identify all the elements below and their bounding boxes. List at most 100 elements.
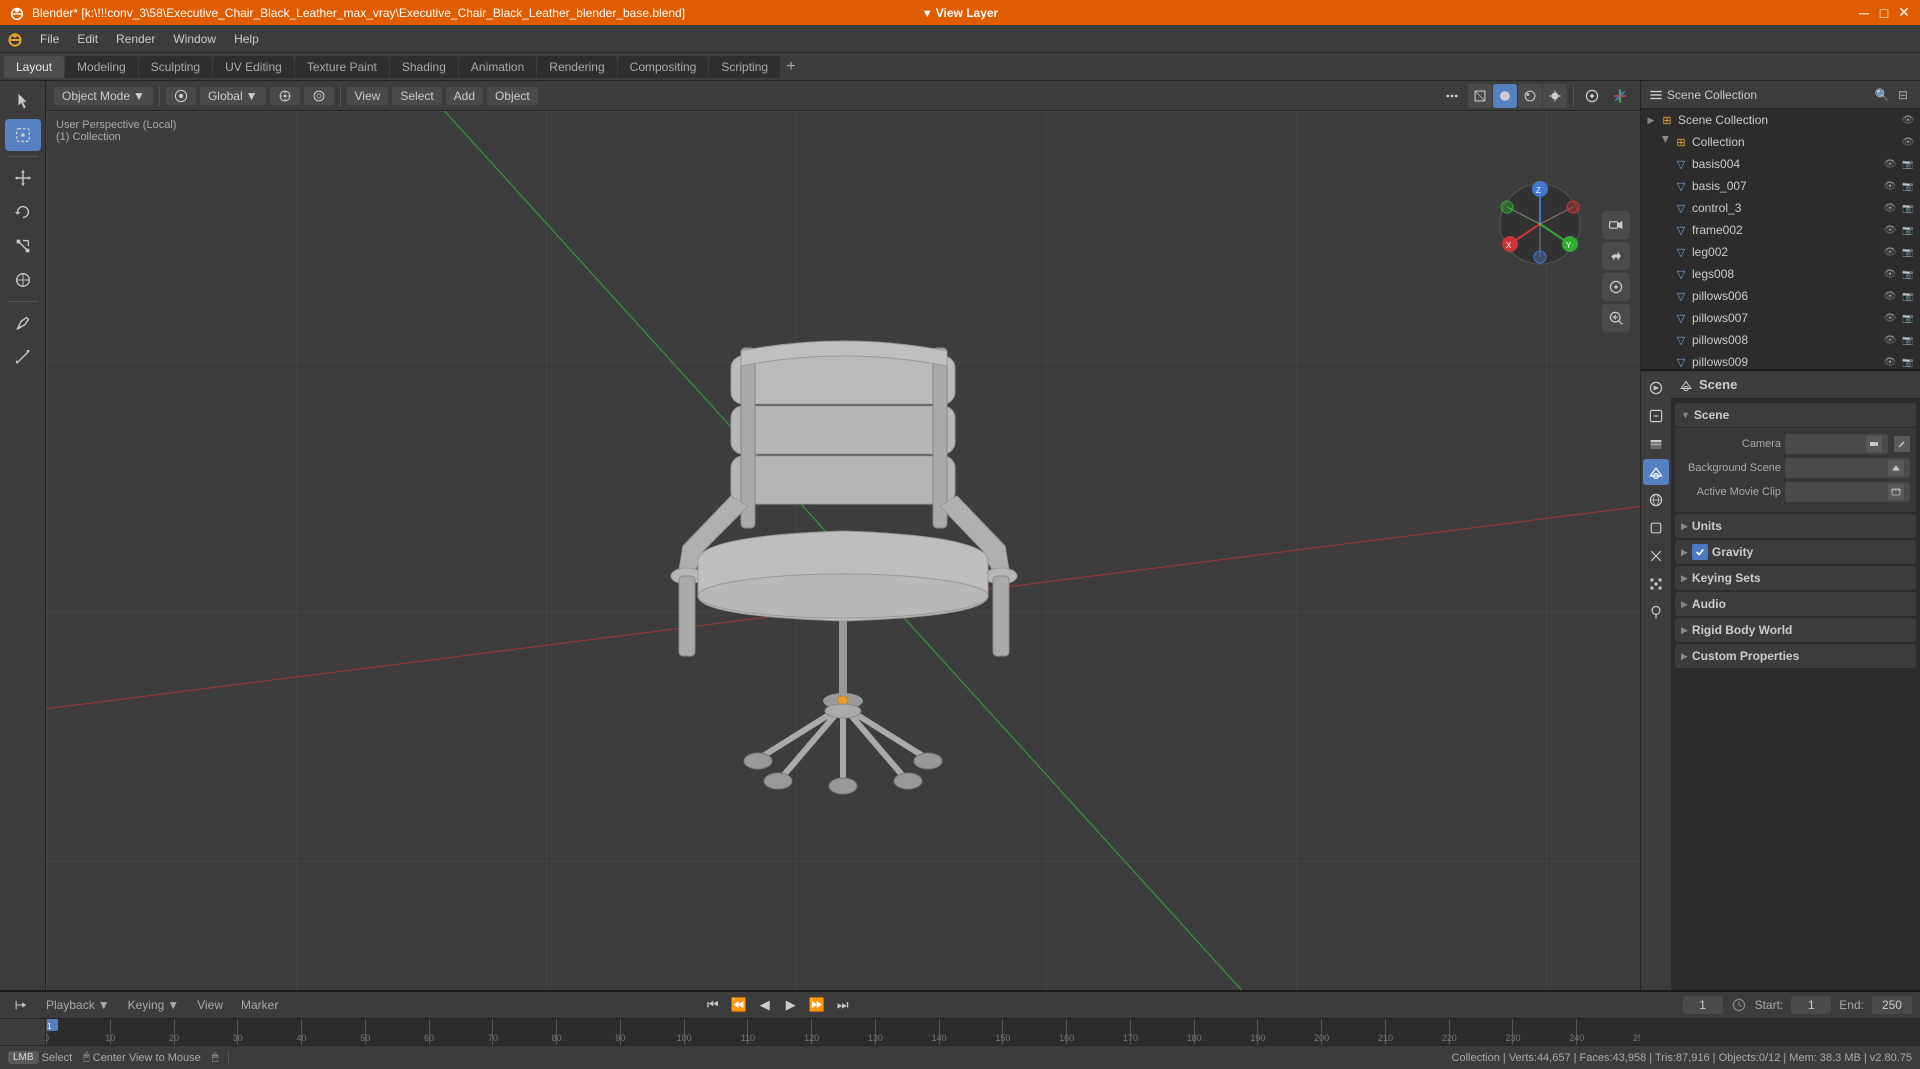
material-shading-btn[interactable]	[1518, 84, 1542, 108]
object-menu[interactable]: Object	[487, 87, 538, 105]
outliner-item-basis004[interactable]: ▽ basis004 👁 📷	[1641, 153, 1920, 175]
measure-tool[interactable]	[5, 341, 41, 373]
maximize-button[interactable]: □	[1876, 5, 1892, 21]
collection-eye-icon[interactable]: 👁	[1900, 134, 1916, 150]
pillows006-eye[interactable]: 👁	[1882, 288, 1898, 304]
select-tool[interactable]	[5, 119, 41, 151]
legs008-eye[interactable]: 👁	[1882, 266, 1898, 282]
tab-modeling[interactable]: Modeling	[65, 56, 138, 78]
tab-add-button[interactable]: +	[781, 57, 801, 77]
basis004-eye[interactable]: 👁	[1882, 156, 1898, 172]
global-orientation-selector[interactable]: Global ▼	[200, 87, 266, 105]
outliner-item-leg002[interactable]: ▽ leg002 👁 📷	[1641, 241, 1920, 263]
camera-field[interactable]	[1785, 434, 1888, 454]
playback-menu[interactable]: Playback ▼	[40, 996, 116, 1014]
outliner-item-frame002[interactable]: ▽ frame002 👁 📷	[1641, 219, 1920, 241]
units-section-header[interactable]: ▶ Units	[1675, 514, 1916, 538]
zoom-view-btn[interactable]	[1602, 304, 1630, 332]
move-tool[interactable]	[5, 162, 41, 194]
oi-eye-icon[interactable]: 👁	[1900, 112, 1916, 128]
select-menu[interactable]: Select	[392, 87, 441, 105]
add-menu[interactable]: Add	[446, 87, 483, 105]
props-particles-icon[interactable]	[1643, 571, 1669, 597]
current-frame-box[interactable]: 1	[1683, 996, 1723, 1014]
props-world-icon[interactable]	[1643, 487, 1669, 513]
tab-scripting[interactable]: Scripting	[709, 56, 780, 78]
frame002-eye[interactable]: 👁	[1882, 222, 1898, 238]
props-object-icon[interactable]	[1643, 515, 1669, 541]
background-scene-icon-btn[interactable]	[1888, 460, 1904, 476]
menu-edit[interactable]: Edit	[69, 29, 106, 49]
cursor-tool[interactable]	[5, 85, 41, 117]
viewport-transform-icon[interactable]	[1440, 84, 1464, 108]
custom-props-header[interactable]: ▶ Custom Properties	[1675, 644, 1916, 668]
next-keyframe-btn[interactable]: ⏩	[806, 994, 828, 1016]
menu-render[interactable]: Render	[108, 29, 163, 49]
outliner-filter-icon[interactable]: ⊟	[1894, 86, 1912, 104]
start-frame-box[interactable]: 1	[1791, 996, 1831, 1014]
background-scene-field[interactable]	[1785, 458, 1910, 478]
control3-eye[interactable]: 👁	[1882, 200, 1898, 216]
annotate-tool[interactable]	[5, 307, 41, 339]
menu-file[interactable]: File	[32, 29, 67, 49]
pillows007-eye[interactable]: 👁	[1882, 310, 1898, 326]
outliner-item-basis007[interactable]: ▽ basis_007 👁 📷	[1641, 175, 1920, 197]
gravity-checkbox[interactable]	[1692, 544, 1708, 560]
camera-edit-btn[interactable]	[1894, 436, 1910, 452]
outliner-item-scene-collection[interactable]: ▶ ⊞ Scene Collection 👁	[1641, 109, 1920, 131]
outliner-item-pillows009[interactable]: ▽ pillows009 👁 📷	[1641, 351, 1920, 371]
prev-keyframe-btn[interactable]: ⏪	[728, 994, 750, 1016]
blender-logo[interactable]	[4, 28, 26, 50]
scene-section-header[interactable]: ▼ Scene	[1675, 403, 1916, 427]
tab-layout[interactable]: Layout	[4, 56, 64, 78]
play-reverse-btn[interactable]: ◀	[754, 994, 776, 1016]
close-button[interactable]: ✕	[1896, 5, 1912, 21]
outliner-item-legs008[interactable]: ▽ legs008 👁 📷	[1641, 263, 1920, 285]
active-movie-clip-field[interactable]	[1785, 482, 1910, 502]
wireframe-shading-btn[interactable]	[1468, 84, 1492, 108]
props-viewlayer-icon[interactable]	[1643, 431, 1669, 457]
outliner-item-pillows008[interactable]: ▽ pillows008 👁 📷	[1641, 329, 1920, 351]
zoom-in-btn[interactable]	[1602, 211, 1630, 239]
leg002-eye[interactable]: 👁	[1882, 244, 1898, 260]
outliner-item-control3[interactable]: ▽ control_3 👁 📷	[1641, 197, 1920, 219]
props-render-icon[interactable]	[1643, 375, 1669, 401]
object-mode-selector[interactable]: Object Mode ▼	[54, 87, 153, 105]
viewport[interactable]: Object Mode ▼ Global ▼	[46, 81, 1640, 990]
tab-uv-editing[interactable]: UV Editing	[213, 56, 294, 78]
keying-sets-header[interactable]: ▶ Keying Sets	[1675, 566, 1916, 590]
outliner-item-collection[interactable]: ▶ ⊞ Collection 👁	[1641, 131, 1920, 153]
viewport-overlays-btn[interactable]	[166, 87, 196, 105]
props-physics-icon[interactable]	[1643, 599, 1669, 625]
tab-shading[interactable]: Shading	[390, 56, 458, 78]
minimize-button[interactable]: ─	[1856, 5, 1872, 21]
play-btn[interactable]: ▶	[780, 994, 802, 1016]
overlay-options-btn[interactable]	[1580, 84, 1604, 108]
audio-section-header[interactable]: ▶ Audio	[1675, 592, 1916, 616]
pillows009-eye[interactable]: 👁	[1882, 354, 1898, 370]
view-menu[interactable]: View	[347, 87, 389, 105]
ruler-track[interactable]: 1 01020304050607080901001101201301401501…	[46, 1019, 1640, 1045]
keying-menu[interactable]: Keying ▼	[122, 996, 186, 1014]
camera-icon-btn[interactable]	[1866, 436, 1882, 452]
gravity-section-header[interactable]: ▶ Gravity	[1675, 540, 1916, 564]
scale-tool[interactable]	[5, 230, 41, 262]
menu-window[interactable]: Window	[165, 29, 224, 49]
props-scene-icon[interactable]	[1643, 459, 1669, 485]
navigation-gizmo[interactable]: Z Y X	[1495, 179, 1585, 269]
solid-shading-btn[interactable]	[1493, 84, 1517, 108]
rigid-body-header[interactable]: ▶ Rigid Body World	[1675, 618, 1916, 642]
move-camera-btn[interactable]	[1602, 242, 1630, 270]
pillows008-eye[interactable]: 👁	[1882, 332, 1898, 348]
gizmo-toggle-btn[interactable]	[1608, 84, 1632, 108]
transform-tool[interactable]	[5, 264, 41, 296]
tab-compositing[interactable]: Compositing	[618, 56, 709, 78]
tab-sculpting[interactable]: Sculpting	[139, 56, 212, 78]
timeline-view-icon[interactable]	[8, 996, 34, 1014]
menu-help[interactable]: Help	[226, 29, 267, 49]
tab-animation[interactable]: Animation	[459, 56, 536, 78]
outliner-item-pillows007[interactable]: ▽ pillows007 👁 📷	[1641, 307, 1920, 329]
rotate-tool[interactable]	[5, 196, 41, 228]
snap-toggle[interactable]	[270, 87, 300, 105]
proportional-edit[interactable]	[304, 87, 334, 105]
